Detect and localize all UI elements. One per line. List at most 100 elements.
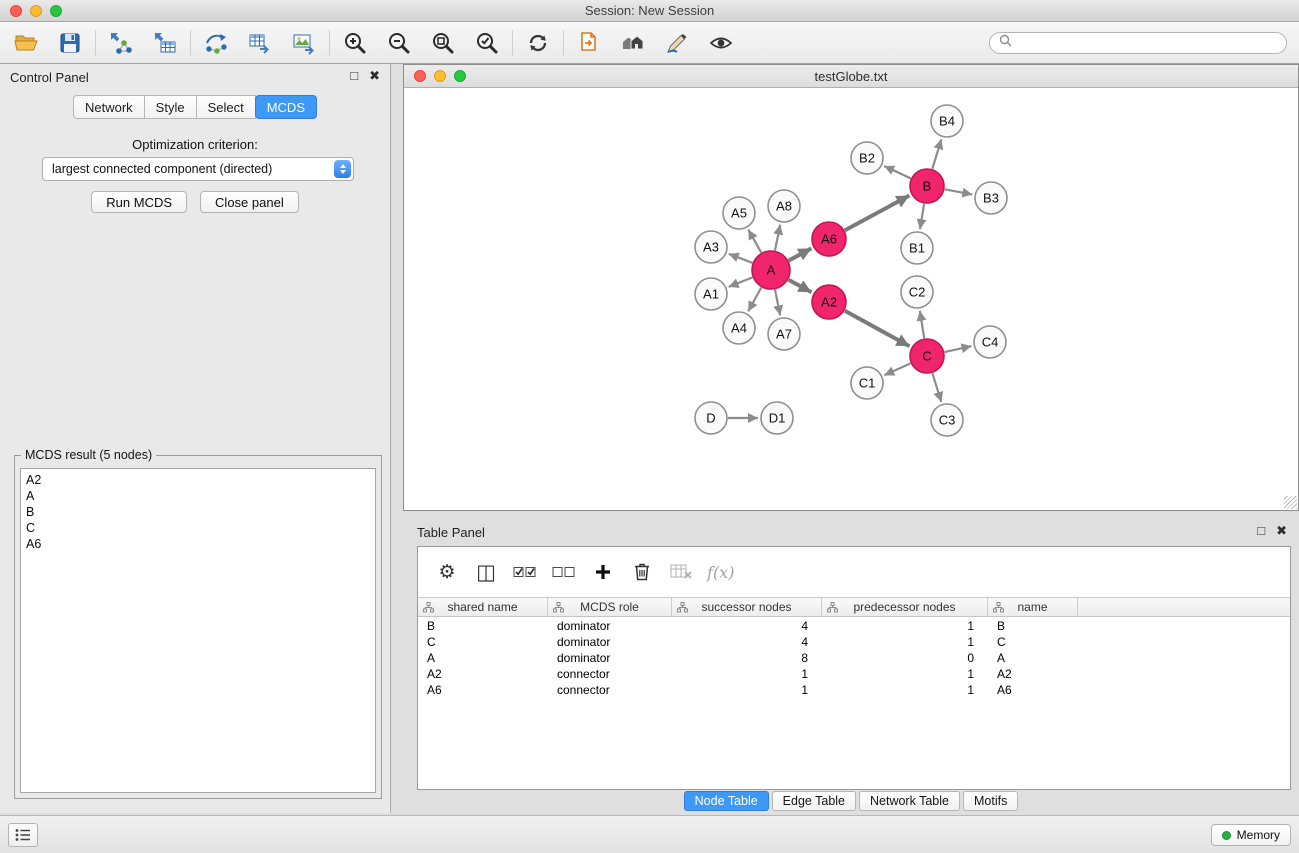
table-row[interactable]: A2connector11A2 [418,666,1290,682]
cell-successor-nodes[interactable]: 1 [672,667,822,681]
edge-B-B3[interactable] [945,189,973,194]
column-header-predecessor-nodes[interactable]: predecessor nodes [822,598,988,616]
import-table-icon[interactable] [151,29,179,57]
edge-C-C1[interactable] [884,363,910,375]
node-A4[interactable] [723,312,755,344]
cell-predecessor-nodes[interactable]: 1 [822,683,988,697]
delete-column-icon[interactable] [629,558,655,586]
network-window-titlebar[interactable]: testGlobe.txt [404,65,1298,88]
node-A2[interactable] [812,285,846,319]
table-tab-edge-table[interactable]: Edge Table [772,791,856,811]
network-canvas[interactable]: AA6A2BCA1A3A4A5A7A8B1B2B3B4C1C2C3C4DD1 [404,88,1298,510]
cell-name[interactable]: A [988,651,1078,665]
function-builder-icon[interactable]: f(x) [707,558,734,586]
cell-shared-name[interactable]: A [418,651,548,665]
node-B3[interactable] [975,182,1007,214]
show-columns-icon[interactable]: ◫ [473,558,499,586]
result-item[interactable]: B [26,504,370,520]
open-folder-icon[interactable] [12,29,40,57]
cell-predecessor-nodes[interactable]: 0 [822,651,988,665]
node-A6[interactable] [812,222,846,256]
cell-mcds-role[interactable]: connector [548,667,672,681]
edge-A-A8[interactable] [775,225,780,251]
zoom-fit-icon[interactable] [429,29,457,57]
column-header-shared-name[interactable]: shared name [418,598,548,616]
cell-predecessor-nodes[interactable]: 1 [822,619,988,633]
node-C1[interactable] [851,367,883,399]
table-tab-network-table[interactable]: Network Table [859,791,960,811]
export-image-icon[interactable] [290,29,318,57]
table-tab-motifs[interactable]: Motifs [963,791,1018,811]
node-A3[interactable] [695,231,727,263]
node-B[interactable] [910,169,944,203]
style-pen-icon[interactable] [663,29,691,57]
float-panel-icon[interactable]: □ [1257,523,1265,539]
cell-mcds-role[interactable]: dominator [548,651,672,665]
edge-B-B4[interactable] [932,139,941,169]
node-A5[interactable] [723,197,755,229]
import-network-icon[interactable] [107,29,135,57]
table-settings-gear-icon[interactable]: ⚙ [434,558,460,586]
node-A8[interactable] [768,190,800,222]
home-icon[interactable] [619,29,647,57]
search-input[interactable] [1018,35,1277,51]
tab-style[interactable]: Style [144,95,197,119]
cell-mcds-role[interactable]: connector [548,683,672,697]
deselect-all-rows-icon[interactable] [551,558,577,586]
add-column-icon[interactable] [590,558,616,586]
cell-predecessor-nodes[interactable]: 1 [822,635,988,649]
tab-select[interactable]: Select [196,95,256,119]
node-C2[interactable] [901,276,933,308]
delete-table-icon[interactable] [668,558,694,586]
node-C[interactable] [910,339,944,373]
table-tab-node-table[interactable]: Node Table [684,791,769,811]
criterion-dropdown[interactable]: largest connected component (directed) [42,157,354,181]
edge-C-C3[interactable] [932,373,941,402]
close-panel-icon[interactable]: ✖ [1276,523,1287,539]
node-A1[interactable] [695,278,727,310]
cell-name[interactable]: B [988,619,1078,633]
cell-successor-nodes[interactable]: 4 [672,635,822,649]
float-panel-icon[interactable]: □ [350,68,358,84]
column-header-mcds-role[interactable]: MCDS role [548,598,672,616]
column-header-name[interactable]: name [988,598,1078,616]
node-A[interactable] [752,251,790,289]
cell-successor-nodes[interactable]: 4 [672,619,822,633]
edge-A2-C[interactable] [845,311,910,347]
cell-shared-name[interactable]: A2 [418,667,548,681]
refresh-icon[interactable] [524,29,552,57]
edge-A-A3[interactable] [729,254,753,263]
cell-mcds-role[interactable]: dominator [548,635,672,649]
edge-A-A6[interactable] [789,248,812,260]
run-mcds-button[interactable]: Run MCDS [91,191,187,213]
open-session-doc-icon[interactable] [575,29,603,57]
resize-grip[interactable] [1284,496,1297,509]
cell-name[interactable]: A2 [988,667,1078,681]
edge-A-A4[interactable] [748,288,761,312]
select-all-rows-icon[interactable] [512,558,538,586]
table-row[interactable]: Cdominator41C [418,634,1290,650]
tab-network[interactable]: Network [73,95,145,119]
node-B4[interactable] [931,105,963,137]
edge-A-A7[interactable] [775,290,780,316]
edge-A-A5[interactable] [748,230,761,253]
edge-A6-B[interactable] [845,196,910,231]
close-panel-icon[interactable]: ✖ [369,68,380,84]
cell-successor-nodes[interactable]: 1 [672,683,822,697]
zoom-selected-icon[interactable] [473,29,501,57]
cell-name[interactable]: C [988,635,1078,649]
node-B1[interactable] [901,232,933,264]
cell-successor-nodes[interactable]: 8 [672,651,822,665]
node-C3[interactable] [931,404,963,436]
edge-A-A1[interactable] [729,277,753,287]
result-item[interactable]: C [26,520,370,536]
node-B2[interactable] [851,142,883,174]
table-row[interactable]: Adominator80A [418,650,1290,666]
edge-B-B2[interactable] [884,166,911,178]
save-icon[interactable] [56,29,84,57]
cell-shared-name[interactable]: B [418,619,548,633]
show-hide-icon[interactable] [707,29,735,57]
edge-C-C4[interactable] [945,346,972,352]
search-box[interactable] [989,32,1287,54]
edge-B-B1[interactable] [920,204,924,229]
